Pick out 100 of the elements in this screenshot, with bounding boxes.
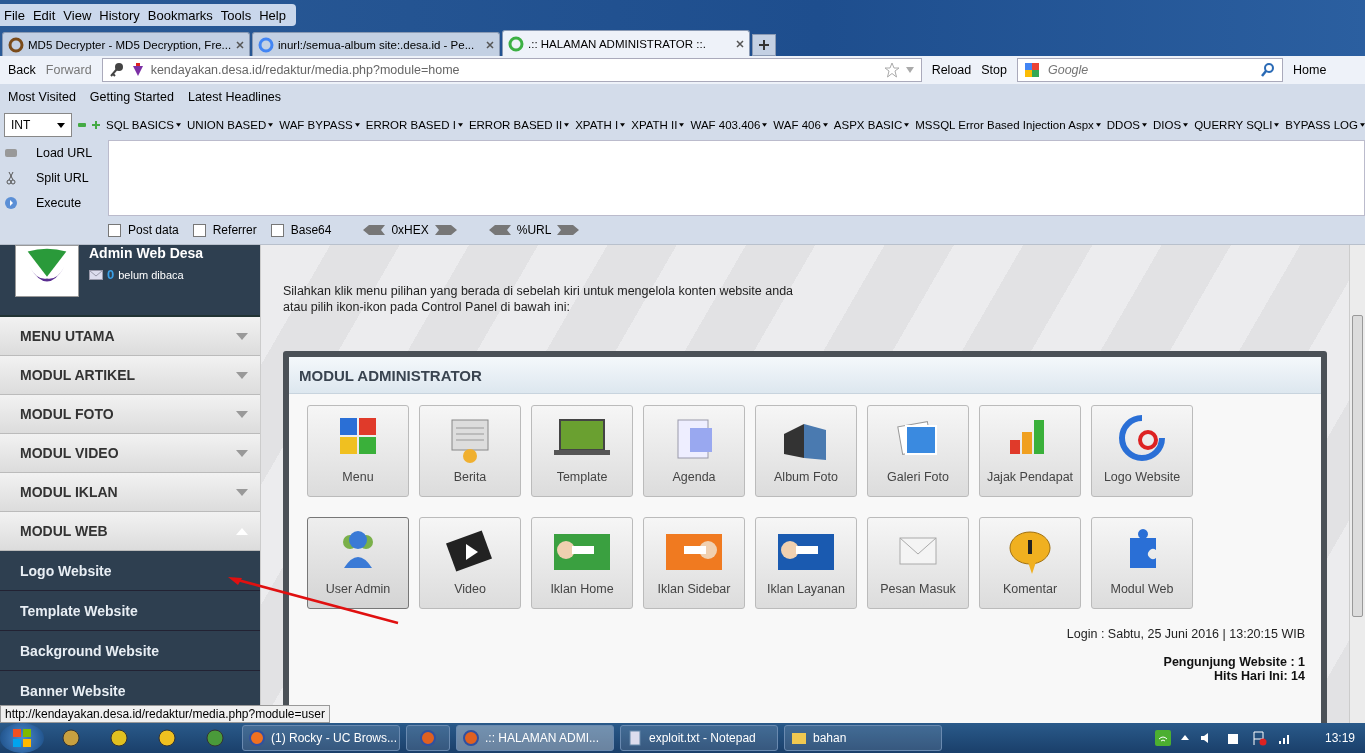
close-icon[interactable]	[736, 39, 744, 48]
module-tile[interactable]: Berita	[419, 405, 521, 497]
caret-icon	[457, 123, 463, 127]
hackbar-menu[interactable]: UNION BASED	[187, 119, 274, 131]
wifi-icon[interactable]	[1154, 730, 1171, 746]
tab-title: .:: HALAMAN ADMINISTRATOR ::.	[528, 37, 707, 50]
caret-icon	[354, 123, 360, 127]
scrollbar[interactable]	[1349, 245, 1365, 723]
google-icon[interactable]	[1024, 62, 1040, 78]
hackbar-action[interactable]: Split URL	[36, 171, 89, 185]
hackbar-action[interactable]: Execute	[36, 196, 82, 211]
caret-icon	[57, 121, 66, 129]
stop-button[interactable]: Stop	[981, 63, 1007, 77]
new-tab-button[interactable]	[752, 34, 776, 56]
close-icon[interactable]	[486, 40, 494, 49]
menu-item[interactable]: File	[0, 7, 29, 23]
browser-tab[interactable]: MD5 Decrypter - MD5 Decryption, Fre...	[2, 32, 250, 56]
clock: 13:19	[1324, 731, 1355, 745]
module-tile[interactable]: Video	[419, 517, 521, 609]
hackbar-menu[interactable]: MSSQL Error Based Injection Aspx	[915, 119, 1101, 131]
sidebar-section[interactable]: MODUL VIDEO	[0, 434, 260, 473]
hackbar-menu[interactable]: QUERRY SQLI	[1194, 119, 1280, 131]
folder-icon	[791, 730, 807, 746]
taskbar-window[interactable]: (1) Rocky - UC Brows...	[242, 725, 400, 751]
menu-item[interactable]: Edit	[28, 7, 60, 23]
menu-item[interactable]: Tools	[216, 7, 256, 23]
flag-icon[interactable]	[1250, 730, 1267, 746]
home-button[interactable]: Home	[1293, 63, 1327, 77]
caret-icon	[564, 123, 570, 127]
browser-tab[interactable]: inurl:/semua-album site:.desa.id - Pe...	[252, 32, 500, 56]
module-tile[interactable]: Galeri Foto	[867, 405, 969, 497]
search-icon[interactable]	[1260, 62, 1276, 78]
menu-item[interactable]: Bookmarks	[143, 7, 217, 23]
browser-tab[interactable]: .:: HALAMAN ADMINISTRATOR ::.	[502, 30, 750, 56]
checkbox-label: Referrer	[212, 223, 257, 237]
module-tile[interactable]: Logo Website	[1091, 405, 1193, 497]
address-bar[interactable]: kendayakan.desa.id/redaktur/media.php?module=home	[101, 58, 922, 82]
sidebar-section[interactable]: MODUL FOTO	[0, 395, 260, 434]
key-icon	[108, 62, 125, 78]
module-tile[interactable]: Template	[531, 405, 633, 497]
scissors-icon	[4, 171, 18, 185]
module-tile[interactable]: Iklan Home	[531, 517, 633, 609]
forward-button[interactable]: Forward	[45, 63, 92, 77]
hackbar-menu[interactable]: DDOS	[1106, 119, 1148, 131]
module-tile[interactable]: Pesan Masuk	[867, 517, 969, 609]
star-icon[interactable]	[883, 62, 900, 78]
taskbar-window[interactable]: bahan	[784, 725, 942, 751]
hackbar-menu[interactable]: ERROR BASED I	[365, 119, 463, 131]
sidebar-section[interactable]: MODUL IKLAN	[0, 473, 260, 512]
back-button[interactable]: Back	[8, 63, 36, 77]
hackbar-menu[interactable]: WAF 406	[773, 119, 828, 131]
menu-item[interactable]: History	[95, 7, 144, 23]
module-tile[interactable]: Iklan Layanan	[755, 517, 857, 609]
bookmark-link[interactable]: Getting Started	[89, 90, 174, 104]
checkbox[interactable]	[270, 223, 284, 237]
module-tile[interactable]: User Admin	[307, 517, 409, 609]
right-arrow-icon	[557, 225, 580, 235]
bookmark-link[interactable]: Latest Headlines	[187, 90, 282, 104]
encoder-button[interactable]: %URL	[488, 223, 580, 237]
bookmark-link[interactable]: Most Visited	[8, 90, 76, 104]
hackbar-menu[interactable]: WAF BYPASS	[279, 119, 360, 131]
tray-caret-icon[interactable]	[1180, 734, 1189, 742]
sidebar-section[interactable]: MODUL ARTIKEL	[0, 356, 260, 395]
reload-button[interactable]: Reload	[931, 63, 972, 77]
module-tile[interactable]: Komentar	[979, 517, 1081, 609]
menu-item[interactable]: View	[59, 7, 96, 23]
hackbar-menu[interactable]: WAF 403.406	[690, 119, 768, 131]
close-icon[interactable]	[236, 40, 244, 49]
sidebar-section[interactable]: MODUL WEB	[0, 512, 260, 551]
encoder-button[interactable]: 0xHEX	[363, 223, 457, 237]
favicon-icon	[8, 36, 24, 53]
scrollbar-thumb[interactable]	[1352, 315, 1363, 617]
hackbar-menu[interactable]: ERROR BASED II	[468, 119, 570, 131]
caret-icon	[176, 123, 181, 127]
type-dropdown[interactable]: INT	[4, 113, 73, 137]
start-button[interactable]	[0, 723, 44, 753]
admin-title: Admin Web Desa	[89, 245, 204, 261]
checkbox[interactable]	[108, 223, 121, 237]
hackbar-menu[interactable]: BYPASS LOG	[1285, 119, 1365, 131]
sidebar-section[interactable]: MENU UTAMA	[0, 317, 260, 356]
taskbar-window[interactable]: .:: HALAMAN ADMI...	[456, 725, 614, 751]
caret-icon	[620, 123, 626, 127]
checkbox[interactable]	[192, 223, 206, 237]
taskbar-window[interactable]: exploit.txt - Notepad	[620, 725, 778, 751]
hackbar-menu[interactable]: XPATH II	[631, 119, 685, 131]
search-bar[interactable]: Google	[1017, 58, 1283, 82]
hackbar-menu[interactable]: XPATH I	[575, 119, 626, 131]
menu-item[interactable]: Help	[255, 7, 290, 23]
module-tile[interactable]: Album Foto	[755, 405, 857, 497]
envelope-icon	[89, 269, 103, 280]
hackbar-menu[interactable]: DIOS	[1153, 119, 1189, 131]
module-tile[interactable]: Agenda	[643, 405, 745, 497]
hackbar-menu[interactable]: SQL BASICS	[106, 119, 181, 131]
module-tile[interactable]: Jajak Pendapat	[979, 405, 1081, 497]
module-tile[interactable]: Modul Web	[1091, 517, 1193, 609]
hackbar-menu[interactable]: ASPX BASIC	[833, 119, 910, 131]
hackbar-action[interactable]: Load URL	[36, 145, 93, 160]
url-input-field[interactable]	[108, 140, 1365, 216]
module-tile[interactable]: Menu	[307, 405, 409, 497]
module-tile[interactable]: Iklan Sidebar	[643, 517, 745, 609]
